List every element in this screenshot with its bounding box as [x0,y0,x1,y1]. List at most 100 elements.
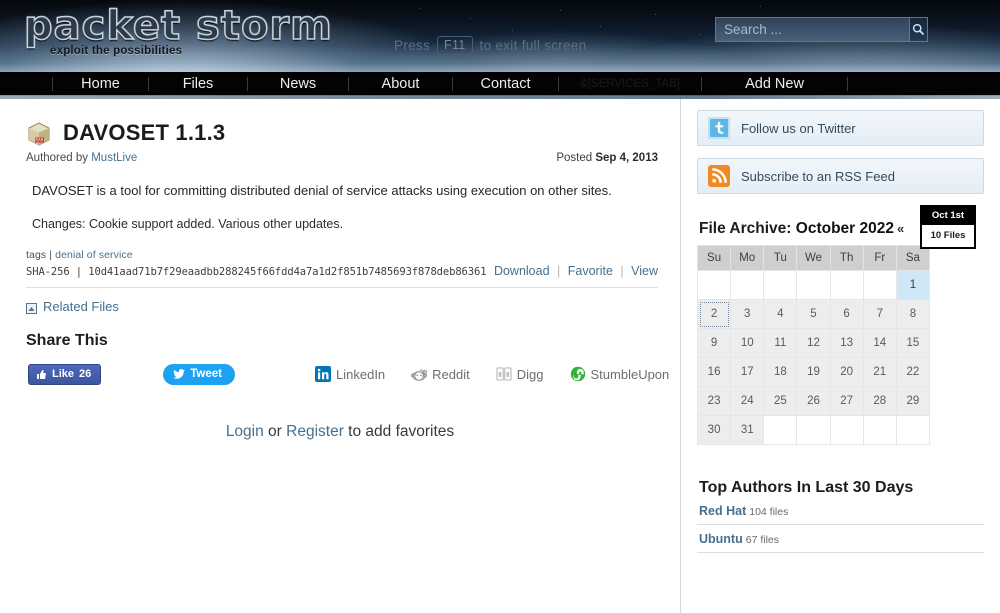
calendar-day-26[interactable]: 26 [796,386,831,416]
sha256-label: SHA-256 [26,265,70,278]
reddit-icon [411,369,428,382]
calendar-empty-cell [796,415,831,445]
main-navigation: Home Files News About Contact &[SERVICES… [0,72,1000,99]
share-linkedin[interactable]: LinkedIn [315,366,385,383]
login-link[interactable]: Login [226,423,264,440]
prev-month-arrow[interactable]: « [897,221,904,236]
calendar-day-23[interactable]: 23 [696,386,732,416]
nav-item-add-new[interactable]: Add New [702,72,847,96]
share-digg-label: Digg [516,366,544,382]
related-files-row[interactable]: Related Files [26,299,658,314]
share-reddit[interactable]: Reddit [411,366,470,382]
calendar-week-row: 23 24 25 26 27 28 29 [696,386,931,416]
fullscreen-key-badge: F11 [437,36,473,55]
sha256-line: SHA-256 | 10d41aad71b7f29eaadbb288245f66… [26,265,487,278]
calendar-day-13[interactable]: 13 [829,328,864,358]
twitter-icon [708,117,730,139]
nav-item-home[interactable]: Home [53,72,148,96]
download-link[interactable]: Download [494,264,550,278]
calendar-day-14[interactable]: 14 [862,328,897,358]
weekday-th: Th [829,245,864,271]
search-box[interactable] [715,17,928,42]
calendar-day-9[interactable]: 9 [696,328,732,358]
calendar-week-row: 16 17 18 19 20 21 22 [696,357,931,387]
rss-subscribe-label: Subscribe to an RSS Feed [741,168,895,184]
search-input[interactable] [715,17,909,42]
calendar-day-30[interactable]: 30 [696,415,732,445]
calendar-day-20[interactable]: 20 [829,357,864,387]
fullscreen-hint: Press F11 to exit full screen [394,36,587,55]
calendar-week-row: 1 [696,270,931,300]
twitter-tweet-button[interactable]: Tweet [163,363,236,385]
twitter-bird-icon [173,368,186,379]
weekday-tu: Tu [763,245,798,271]
calendar-body: 1 2 3 4 5 6 7 8 9 10 11 12 13 14 15 16 17 18 19 20 21 22 23 24 2… [696,270,931,445]
related-files-icon [26,301,37,314]
calendar-day-12[interactable]: 12 [796,328,831,358]
top-author-link[interactable]: Ubuntu [699,532,743,546]
calendar-day-24[interactable]: 24 [730,386,765,416]
magnifier-icon [912,23,925,36]
calendar-day-11[interactable]: 11 [763,328,798,358]
calendar-day-3[interactable]: 3 [730,299,765,329]
calendar-day-22[interactable]: 22 [895,357,931,387]
register-link[interactable]: Register [286,423,344,440]
nav-item-news[interactable]: News [248,72,348,96]
site-logo[interactable]: packet storm exploit the possibilities [23,3,333,57]
calendar-day-27[interactable]: 27 [829,386,864,416]
favorite-link[interactable]: Favorite [568,264,613,278]
facebook-like-button[interactable]: Like 26 [28,363,102,385]
calendar-day-10[interactable]: 10 [730,328,765,358]
calendar-day-7[interactable]: 7 [862,299,897,329]
calendar-day-6[interactable]: 6 [829,299,864,329]
rss-subscribe-widget[interactable]: Subscribe to an RSS Feed [697,158,984,194]
calendar-empty-cell [763,270,798,300]
calendar-day-8[interactable]: 8 [895,299,931,329]
nav-item-about[interactable]: About [349,72,452,96]
calendar-empty-cell [730,270,765,300]
calendar-day-15[interactable]: 15 [895,328,931,358]
calendar-day-16[interactable]: 16 [696,357,732,387]
calendar-day-25[interactable]: 25 [763,386,798,416]
share-stumbleupon[interactable]: StumbleUpon [570,366,669,382]
top-author-count: 104 files [749,506,789,518]
calendar-day-2[interactable]: 2 [696,299,732,329]
search-button[interactable] [909,17,928,42]
calendar-day-1[interactable]: 1 [895,270,931,300]
fullscreen-hint-prefix: Press [394,37,431,53]
tag-link-denial-of-service[interactable]: denial of service [55,249,133,261]
calendar-day-17[interactable]: 17 [730,357,765,387]
logo-wordmark: packet storm [23,3,333,49]
nav-divider [847,76,848,91]
author-link[interactable]: MustLive [91,152,137,164]
facebook-like-count: 26 [79,367,92,380]
nav-item-files[interactable]: Files [149,72,247,96]
posted-value: Sep 4, 2013 [595,152,658,164]
calendar-day-5[interactable]: 5 [796,299,831,329]
calendar-day-19[interactable]: 19 [796,357,831,387]
calendar-day-4[interactable]: 4 [763,299,798,329]
calendar-day-21[interactable]: 21 [862,357,897,387]
calendar-day-29[interactable]: 29 [895,386,931,416]
nav-item-contact[interactable]: Contact [453,72,558,96]
file-actions: Download | Favorite | View [494,264,658,278]
twitter-follow-widget[interactable]: Follow us on Twitter [697,110,984,146]
twitter-follow-label: Follow us on Twitter [741,120,856,136]
posted-date: Posted Sep 4, 2013 [556,152,658,164]
calendar-day-18[interactable]: 18 [763,357,798,387]
twitter-tweet-label: Tweet [190,367,223,380]
calendar-day-28[interactable]: 28 [862,386,897,416]
calendar-day-31[interactable]: 31 [730,415,765,445]
weekday-fr: Fr [862,245,897,271]
share-digg[interactable]: Digg [496,366,544,382]
related-files-link[interactable]: Related Files [43,299,119,314]
calendar-empty-cell [696,270,732,300]
top-author-link[interactable]: Red Hat [699,504,746,518]
archive-calendar: Su Mo Tu We Th Fr Sa 1 2 3 4 5 6 7 8 9 10 11 12 13 14… [696,245,931,445]
top-authors-heading: Top Authors In Last 30 Days [699,479,914,496]
view-link[interactable]: View [631,264,658,278]
nav-item-services[interactable]: &[SERVICES_TAB] [559,72,701,96]
action-divider: | [620,263,624,278]
calendar-empty-cell [829,270,864,300]
archive-package-icon: RAR [26,120,52,146]
